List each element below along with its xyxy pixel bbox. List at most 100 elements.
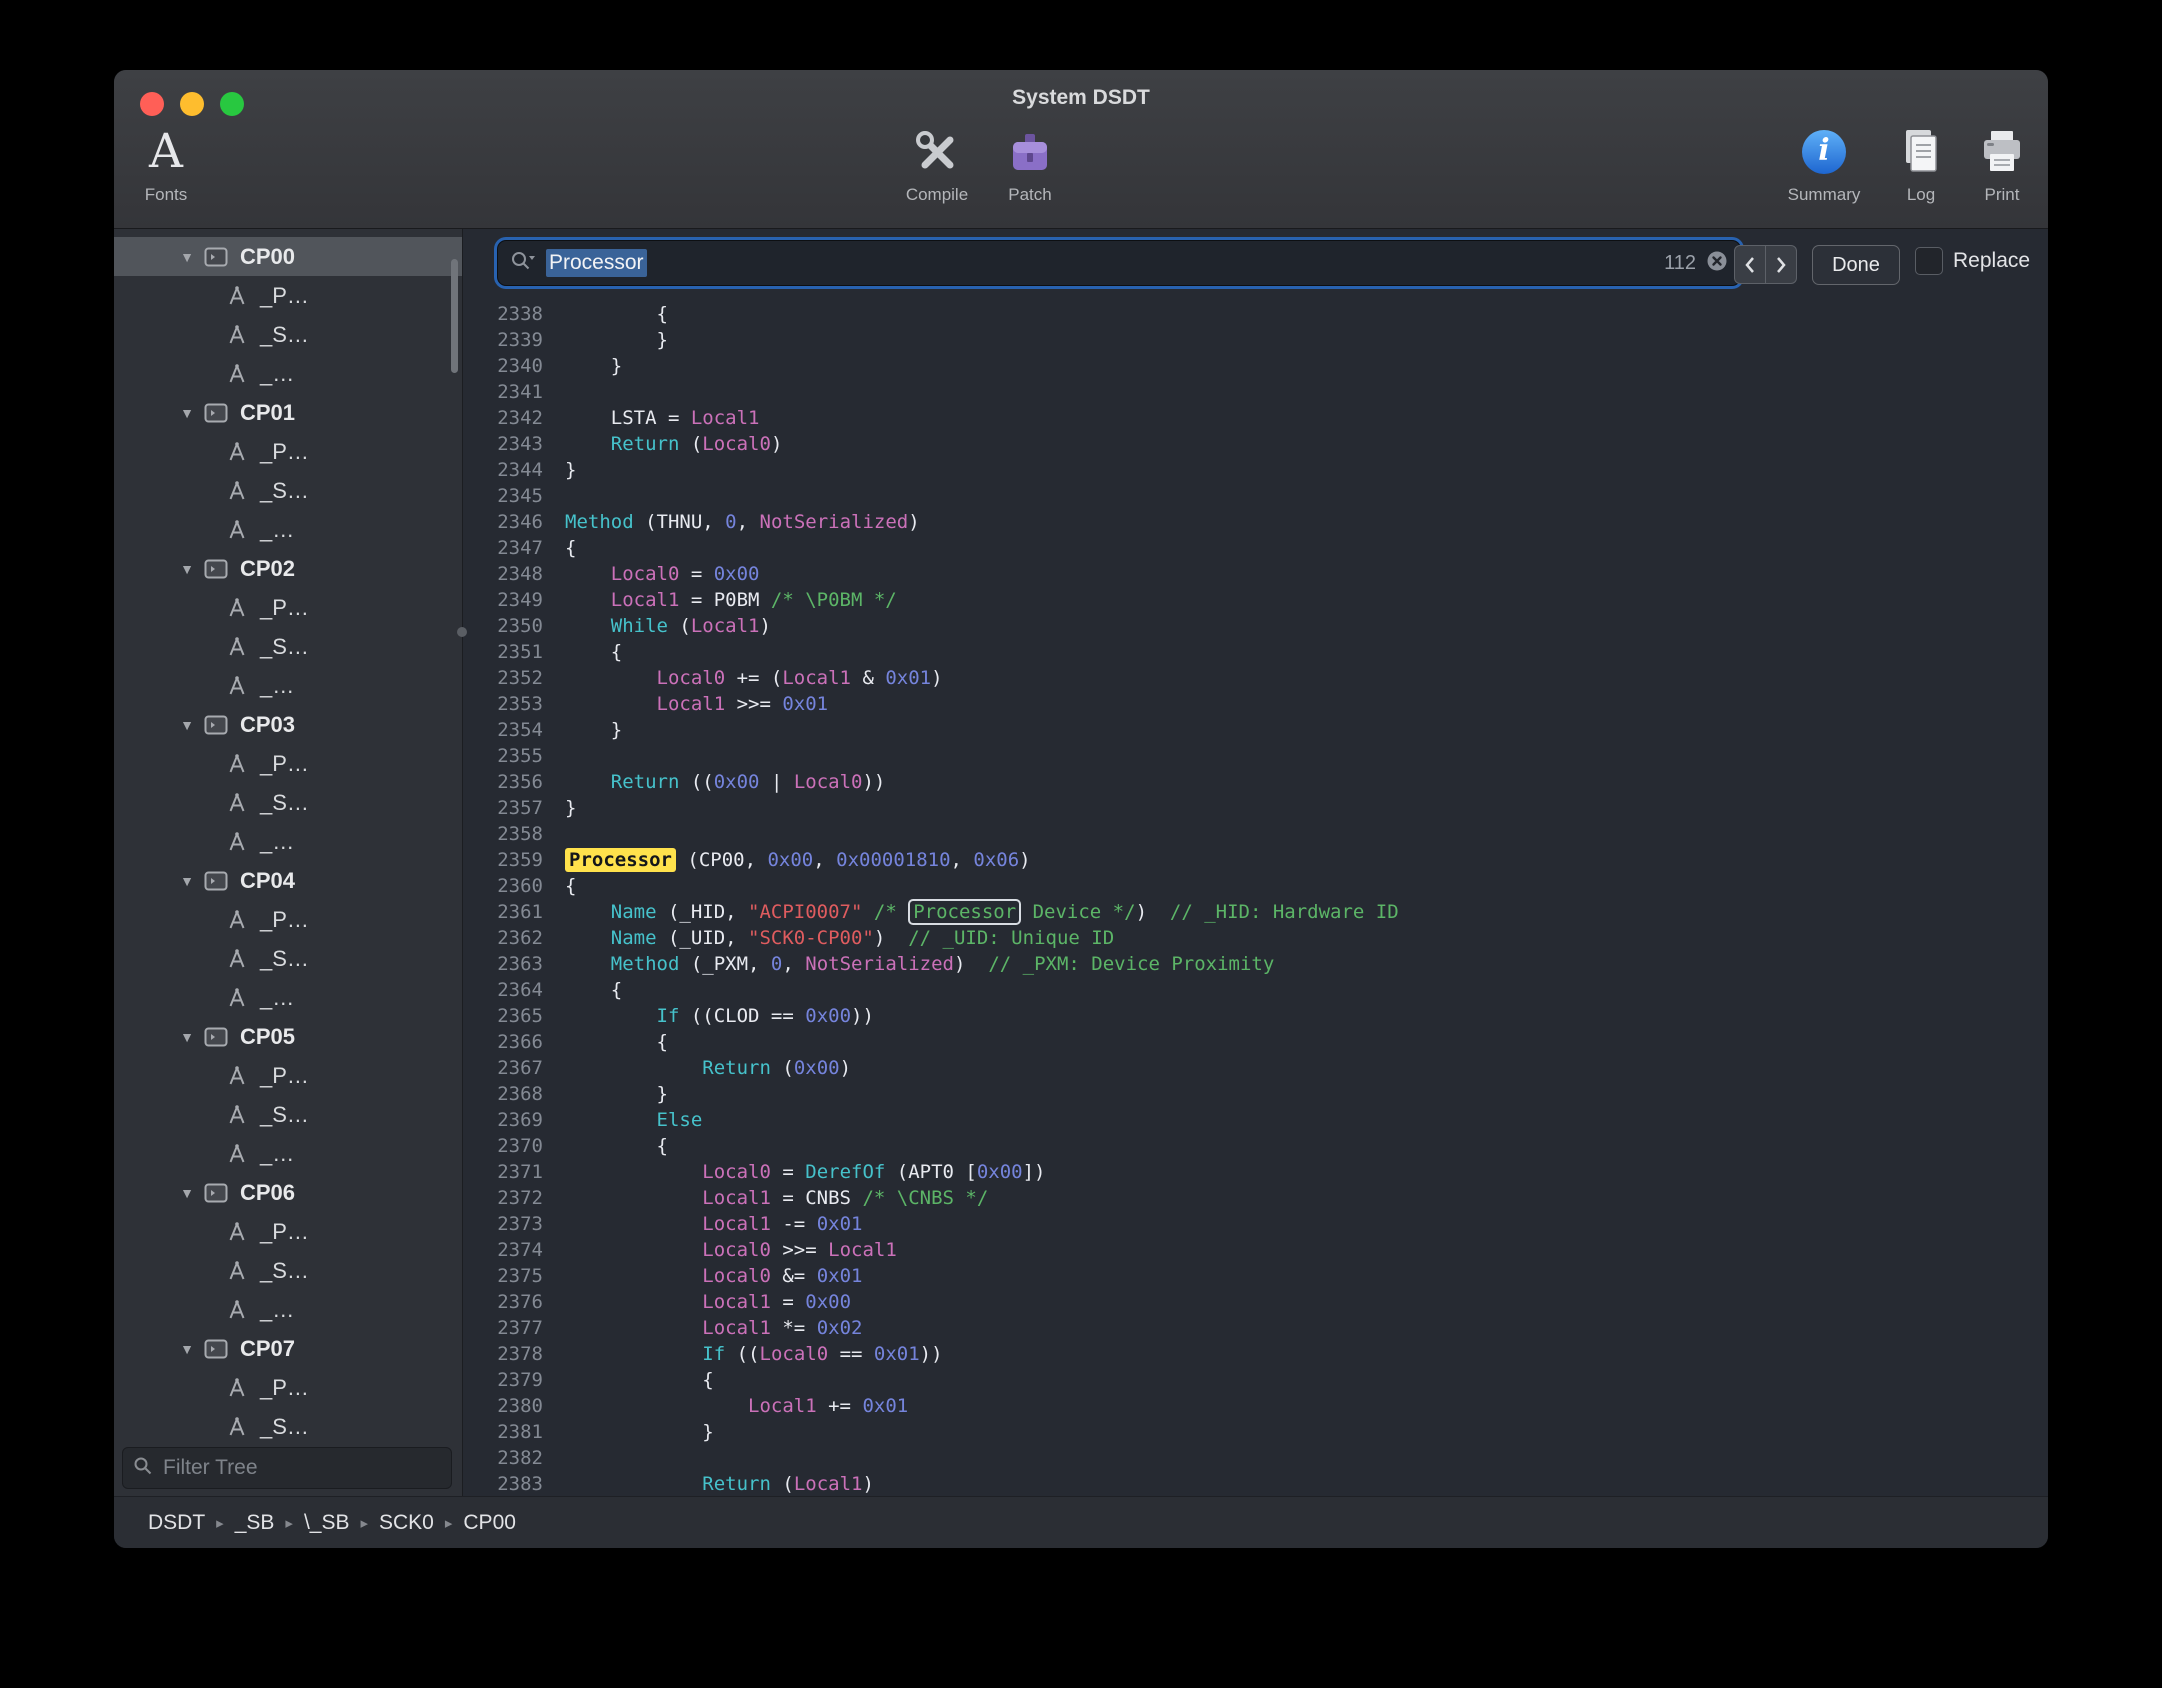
tree-item-child[interactable]: _S… (114, 627, 462, 666)
code-line[interactable]: 2364 { (463, 977, 2048, 1003)
code-line[interactable]: 2356 Return ((0x00 | Local0)) (463, 769, 2048, 795)
code-editor[interactable]: 2338 {2339 }2340 }23412342 LSTA = Local1… (463, 301, 2048, 1497)
breadcrumb-item[interactable]: _SB (235, 1511, 275, 1535)
sidebar-scrollbar[interactable] (451, 259, 458, 373)
code-line[interactable]: 2340 } (463, 353, 2048, 379)
breadcrumb-item[interactable]: SCK0 (379, 1511, 434, 1535)
code-line[interactable]: 2373 Local1 -= 0x01 (463, 1211, 2048, 1237)
code-line[interactable]: 2346Method (THNU, 0, NotSerialized) (463, 509, 2048, 535)
tree-item-cp06[interactable]: ▼CP06 (114, 1173, 462, 1212)
code-line[interactable]: 2376 Local1 = 0x00 (463, 1289, 2048, 1315)
code-line[interactable]: 2349 Local1 = P0BM /* \P0BM */ (463, 587, 2048, 613)
code-line[interactable]: 2361 Name (_HID, "ACPI0007" /* Processor… (463, 899, 2048, 925)
code-line[interactable]: 2368 } (463, 1081, 2048, 1107)
code-line[interactable]: 2345 (463, 483, 2048, 509)
code-line[interactable]: 2382 (463, 1445, 2048, 1471)
tree-item-child[interactable]: _… (114, 666, 462, 705)
tree-item-child[interactable]: _P… (114, 1368, 462, 1407)
disclosure-triangle-icon[interactable]: ▼ (176, 561, 198, 577)
code-line[interactable]: 2380 Local1 += 0x01 (463, 1393, 2048, 1419)
code-line[interactable]: 2338 { (463, 301, 2048, 327)
done-button[interactable]: Done (1812, 245, 1900, 285)
code-line[interactable]: 2367 Return (0x00) (463, 1055, 2048, 1081)
code-line[interactable]: 2360{ (463, 873, 2048, 899)
tree-item-child[interactable]: _P… (114, 900, 462, 939)
code-line[interactable]: 2343 Return (Local0) (463, 431, 2048, 457)
tree-item-cp02[interactable]: ▼CP02 (114, 549, 462, 588)
code-line[interactable]: 2352 Local0 += (Local1 & 0x01) (463, 665, 2048, 691)
code-line[interactable]: 2371 Local0 = DerefOf (APT0 [0x00]) (463, 1159, 2048, 1185)
code-line[interactable]: 2339 } (463, 327, 2048, 353)
code-line[interactable]: 2353 Local1 >>= 0x01 (463, 691, 2048, 717)
tree-item-child[interactable]: _… (114, 510, 462, 549)
tree-item-child[interactable]: _… (114, 978, 462, 1017)
code-line[interactable]: 2366 { (463, 1029, 2048, 1055)
code-line[interactable]: 2365 If ((CLOD == 0x00)) (463, 1003, 2048, 1029)
tree-item-child[interactable]: _S… (114, 1251, 462, 1290)
code-line[interactable]: 2351 { (463, 639, 2048, 665)
disclosure-triangle-icon[interactable]: ▼ (176, 717, 198, 733)
code-line[interactable]: 2372 Local1 = CNBS /* \CNBS */ (463, 1185, 2048, 1211)
disclosure-triangle-icon[interactable]: ▼ (176, 1341, 198, 1357)
disclosure-triangle-icon[interactable]: ▼ (176, 1029, 198, 1045)
patch-button[interactable]: Patch (960, 124, 1100, 205)
code-line[interactable]: 2369 Else (463, 1107, 2048, 1133)
code-line[interactable]: 2383 Return (Local1) (463, 1471, 2048, 1497)
disclosure-triangle-icon[interactable]: ▼ (176, 873, 198, 889)
disclosure-triangle-icon[interactable]: ▼ (176, 405, 198, 421)
code-line[interactable]: 2355 (463, 743, 2048, 769)
code-line[interactable]: 2358 (463, 821, 2048, 847)
clear-icon[interactable] (1706, 250, 1728, 277)
tree-item-child[interactable]: _P… (114, 744, 462, 783)
code-line[interactable]: 2362 Name (_UID, "SCK0-CP00") // _UID: U… (463, 925, 2048, 951)
tree-item-child[interactable]: _… (114, 1134, 462, 1173)
tree-item-cp00[interactable]: ▼CP00 (114, 237, 462, 276)
code-line[interactable]: 2344} (463, 457, 2048, 483)
tree-item-child[interactable]: _P… (114, 1056, 462, 1095)
tree-item-cp05[interactable]: ▼CP05 (114, 1017, 462, 1056)
tree-item-child[interactable]: _P… (114, 276, 462, 315)
tree-item-cp01[interactable]: ▼CP01 (114, 393, 462, 432)
fonts-button[interactable]: A Fonts (114, 124, 236, 205)
find-next-button[interactable] (1766, 245, 1797, 284)
code-line[interactable]: 2348 Local0 = 0x00 (463, 561, 2048, 587)
tree-item-cp03[interactable]: ▼CP03 (114, 705, 462, 744)
code-line[interactable]: 2379 { (463, 1367, 2048, 1393)
code-line[interactable]: 2354 } (463, 717, 2048, 743)
code-line[interactable]: 2375 Local0 &= 0x01 (463, 1263, 2048, 1289)
code-line[interactable]: 2381 } (463, 1419, 2048, 1445)
breadcrumb-item[interactable]: CP00 (463, 1511, 516, 1535)
tree-item-child[interactable]: _P… (114, 432, 462, 471)
code-line[interactable]: 2378 If ((Local0 == 0x01)) (463, 1341, 2048, 1367)
code-line[interactable]: 2342 LSTA = Local1 (463, 405, 2048, 431)
code-line[interactable]: 2374 Local0 >>= Local1 (463, 1237, 2048, 1263)
tree-item-cp07[interactable]: ▼CP07 (114, 1329, 462, 1368)
breadcrumb-item[interactable]: DSDT (148, 1511, 205, 1535)
tree-item-child[interactable]: _S… (114, 471, 462, 510)
replace-checkbox[interactable] (1915, 247, 1943, 275)
tree-item-child[interactable]: _S… (114, 939, 462, 978)
tree-item-cp04[interactable]: ▼CP04 (114, 861, 462, 900)
filter-tree-input[interactable] (161, 1455, 441, 1481)
code-line[interactable]: 2350 While (Local1) (463, 613, 2048, 639)
find-query-text[interactable]: Processor (546, 249, 647, 277)
tree-item-child[interactable]: _… (114, 354, 462, 393)
code-line[interactable]: 2341 (463, 379, 2048, 405)
breadcrumb-item[interactable]: \_SB (304, 1511, 350, 1535)
tree-item-child[interactable]: _P… (114, 1212, 462, 1251)
search-menu-icon[interactable] (510, 250, 536, 277)
code-line[interactable]: 2357} (463, 795, 2048, 821)
filter-tree-field[interactable] (122, 1447, 452, 1489)
tree-item-child[interactable]: _… (114, 822, 462, 861)
find-field[interactable]: Processor 112 (498, 241, 1740, 285)
tree-item-child[interactable]: _S… (114, 315, 462, 354)
tree-item-child[interactable]: _S… (114, 783, 462, 822)
find-previous-button[interactable] (1734, 245, 1766, 284)
tree-item-child[interactable]: _S… (114, 1095, 462, 1134)
print-button[interactable]: Print (1932, 124, 2048, 205)
disclosure-triangle-icon[interactable]: ▼ (176, 249, 198, 265)
tree-item-child[interactable]: _P… (114, 588, 462, 627)
tree-item-child[interactable]: _S… (114, 1407, 462, 1441)
code-line[interactable]: 2377 Local1 *= 0x02 (463, 1315, 2048, 1341)
code-line[interactable]: 2363 Method (_PXM, 0, NotSerialized) // … (463, 951, 2048, 977)
